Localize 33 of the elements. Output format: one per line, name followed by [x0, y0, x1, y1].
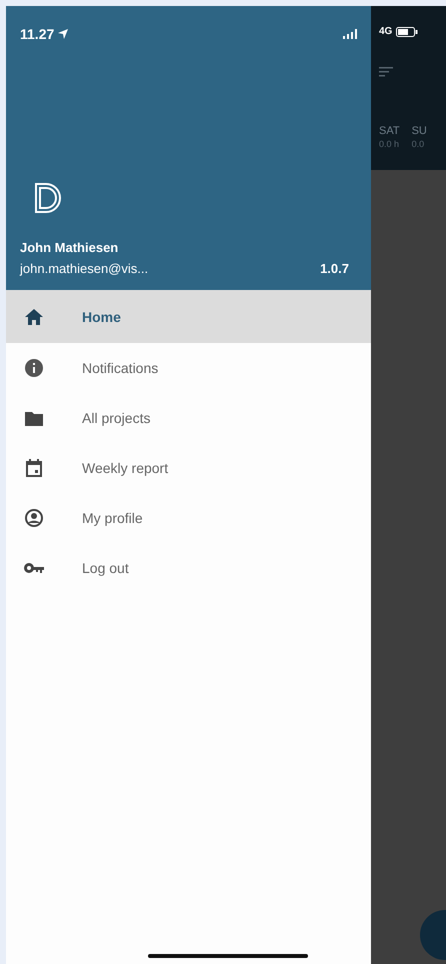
menu-label: Home — [82, 308, 121, 324]
battery-icon — [396, 26, 418, 36]
user-name: John Mathiesen — [20, 240, 120, 255]
menu-item[interactable]: My profile — [6, 493, 371, 543]
signal-icon — [343, 29, 357, 39]
menu-item[interactable]: All projects — [6, 393, 371, 443]
menu-label: Weekly report — [82, 460, 168, 476]
info-icon — [25, 359, 43, 377]
home-icon — [25, 308, 43, 324]
menu-label: Notifications — [82, 360, 158, 376]
location-arrow-icon — [58, 29, 68, 39]
day-label: SU — [412, 125, 427, 137]
day-hours: 0.0 — [412, 139, 426, 149]
app-version: 1.0.7 — [320, 261, 349, 276]
user-email: john.mathiesen@vis... — [20, 261, 148, 276]
menu-label: All projects — [82, 410, 150, 426]
menu-item[interactable]: Log out — [6, 543, 371, 593]
menu-label: Log out — [82, 560, 129, 576]
dimmed-backdrop[interactable]: 4G SAT 0.0 h SU 0.0 — [371, 6, 446, 964]
menu-item[interactable]: Weekly report — [6, 443, 371, 493]
menu-label: My profile — [82, 510, 143, 526]
menu-item[interactable]: Notifications — [6, 343, 371, 393]
menu-item[interactable]: Home — [6, 290, 371, 343]
network-type: 4G — [379, 26, 392, 37]
folder-icon — [25, 410, 43, 426]
day-hours: 0.0 h — [379, 139, 400, 149]
logo-icon — [32, 182, 62, 216]
key-icon — [24, 562, 44, 574]
day-label: SAT — [379, 125, 400, 137]
menu-icon[interactable] — [379, 67, 393, 77]
calendar-icon — [26, 459, 42, 477]
profile-icon — [25, 509, 43, 527]
status-time: 11.27 — [20, 26, 54, 42]
